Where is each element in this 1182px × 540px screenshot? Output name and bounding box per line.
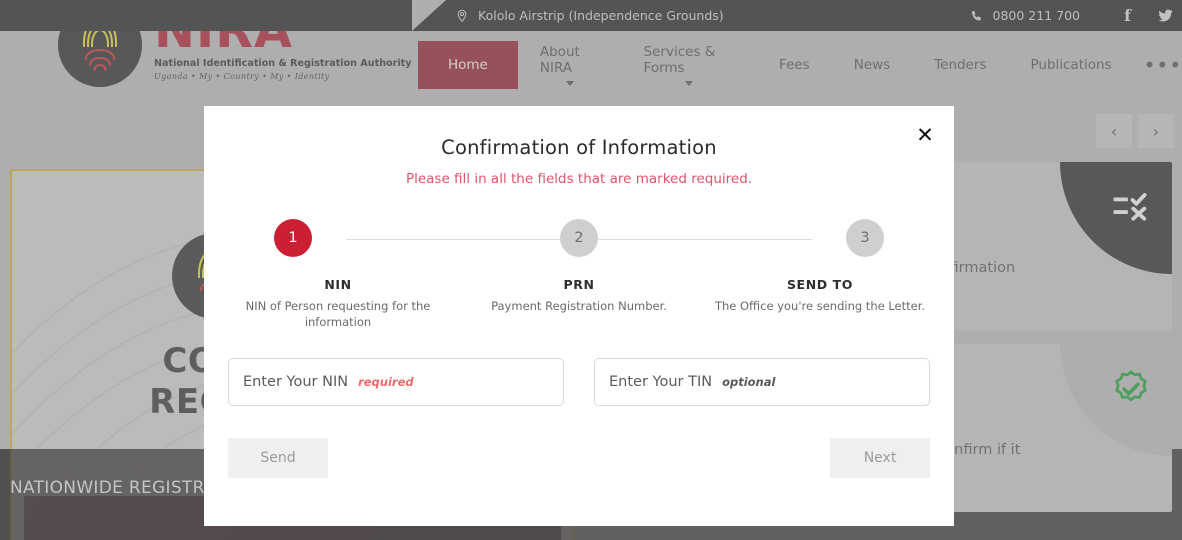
step-description: NIN of Person requesting for the informa… [245, 299, 431, 329]
stepper-labels: NIN NIN of Person requesting for the inf… [228, 277, 930, 330]
step-label-2: PRN Payment Registration Number. [469, 277, 689, 330]
step-description: The Office you're sending the Letter. [714, 299, 926, 313]
nin-required-tag: required [358, 375, 414, 390]
step-label-3: SEND TO The Office you're sending the Le… [710, 277, 930, 330]
stepper-dots: 1 2 3 [274, 219, 884, 257]
step-dot-3[interactable]: 3 [846, 219, 884, 257]
step-dot-1[interactable]: 1 [274, 219, 312, 257]
modal-actions: Send Next [228, 438, 930, 479]
step-name: PRN [563, 277, 595, 292]
send-button[interactable]: Send [228, 438, 328, 479]
nin-input[interactable]: Enter Your NIN required [228, 358, 564, 407]
wizard-stepper: 1 2 3 [274, 219, 884, 263]
nin-input-placeholder: Enter Your NIN [243, 374, 349, 391]
tin-optional-tag: optional [722, 375, 776, 390]
step-description: Payment Registration Number. [491, 299, 667, 313]
next-button[interactable]: Next [830, 438, 930, 479]
step-name: SEND TO [786, 277, 854, 292]
screen: CONTINUOUS REGISTRATION NATIONWIDE REGIS… [0, 0, 1182, 540]
modal-required-note: Please fill in all the fields that are m… [405, 171, 753, 187]
step-name: NIN [324, 277, 352, 292]
step-dot-2[interactable]: 2 [560, 219, 598, 257]
close-icon[interactable]: ✕ [912, 122, 938, 148]
confirmation-modal: ✕ Confirmation of Information Please fil… [204, 106, 954, 526]
tin-input[interactable]: Enter Your TIN optional [594, 358, 930, 407]
modal-title: Confirmation of Information [441, 136, 717, 159]
step-label-1: NIN NIN of Person requesting for the inf… [228, 277, 448, 330]
form-fields: Enter Your NIN required Enter Your TIN o… [228, 358, 930, 407]
tin-input-placeholder: Enter Your TIN [609, 374, 713, 391]
